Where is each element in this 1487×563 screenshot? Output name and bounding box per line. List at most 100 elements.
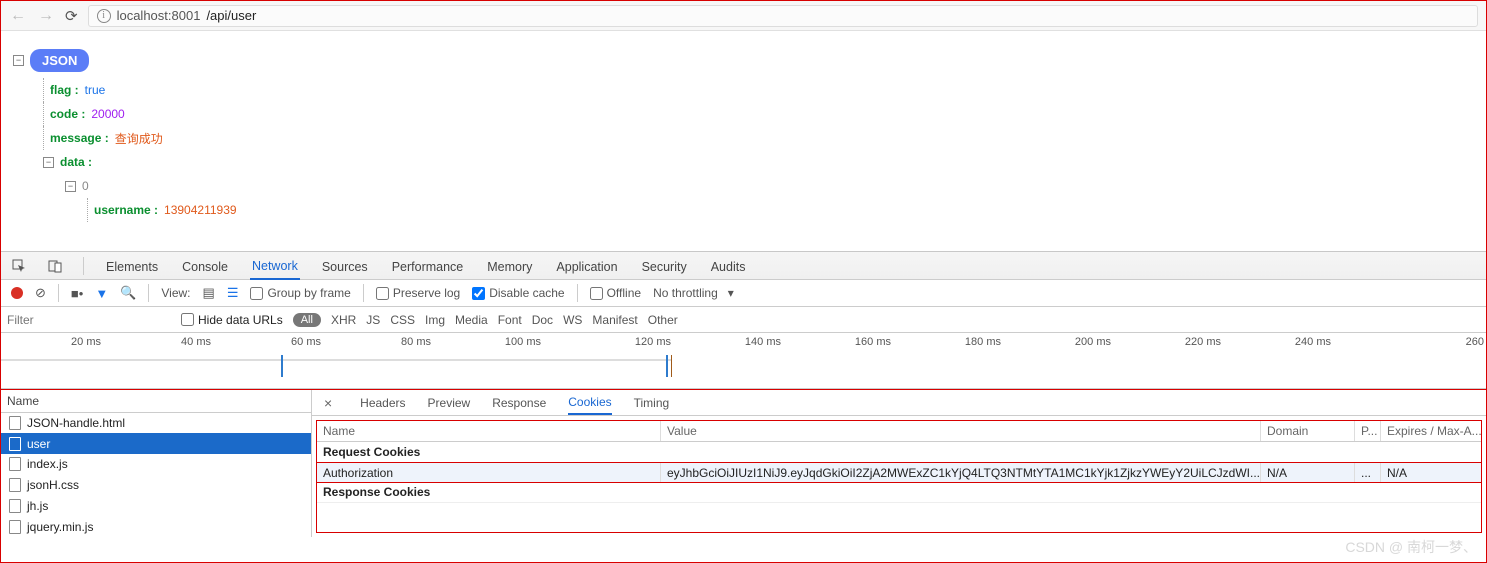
filter-ws[interactable]: WS	[563, 313, 582, 327]
request-item[interactable]: index.js	[1, 454, 311, 475]
filter-css[interactable]: CSS	[390, 313, 415, 327]
cookie-domain: N/A	[1261, 463, 1355, 482]
detail-tab-cookies[interactable]: Cookies	[568, 390, 611, 415]
tab-sources[interactable]: Sources	[320, 253, 370, 279]
tab-security[interactable]: Security	[640, 253, 689, 279]
request-item[interactable]: jh.js	[1, 496, 311, 517]
inspect-icon[interactable]	[11, 258, 27, 274]
response-cookies-section: Response Cookies	[317, 482, 1481, 503]
filter-icon[interactable]: ▼	[95, 286, 108, 301]
back-icon[interactable]: ←	[9, 7, 27, 25]
chevron-down-icon: ▾	[728, 286, 734, 300]
col-domain[interactable]: Domain	[1261, 421, 1355, 441]
col-value[interactable]: Value	[661, 421, 1261, 441]
filter-other[interactable]: Other	[648, 313, 678, 327]
search-icon[interactable]: 🔍	[120, 285, 136, 301]
timeline-tick: 160 ms	[855, 336, 891, 348]
json-val-username: 13904211939	[164, 203, 237, 217]
file-icon	[9, 520, 21, 534]
timeline-tick: 20 ms	[71, 336, 101, 348]
clear-icon[interactable]: ⊘	[35, 285, 46, 301]
file-icon	[9, 478, 21, 492]
watermark: CSDN @ 南柯一梦、	[1345, 537, 1477, 557]
device-toggle-icon[interactable]	[47, 258, 63, 274]
collapse-icon[interactable]: −	[65, 181, 76, 192]
cookie-path: ...	[1355, 463, 1381, 482]
json-key-flag: flag :	[50, 83, 79, 97]
file-icon	[9, 437, 21, 451]
request-item[interactable]: jquery.min.js	[1, 516, 311, 537]
col-path[interactable]: P...	[1355, 421, 1381, 441]
timeline-tick: 200 ms	[1075, 336, 1111, 348]
tab-application[interactable]: Application	[554, 253, 619, 279]
info-icon[interactable]: i	[97, 9, 111, 23]
detail-tab-preview[interactable]: Preview	[428, 391, 471, 414]
tab-audits[interactable]: Audits	[709, 253, 748, 279]
timeline-tick: 140 ms	[745, 336, 781, 348]
json-key-username: username :	[94, 203, 158, 217]
filter-manifest[interactable]: Manifest	[592, 313, 637, 327]
filter-font[interactable]: Font	[498, 313, 522, 327]
request-detail: × Headers Preview Response Cookies Timin…	[312, 390, 1486, 537]
devtools-tabs: Elements Console Network Sources Perform…	[1, 251, 1486, 280]
tab-console[interactable]: Console	[180, 253, 230, 279]
filter-doc[interactable]: Doc	[532, 313, 553, 327]
timeline-tick: 100 ms	[505, 336, 541, 348]
filter-media[interactable]: Media	[455, 313, 488, 327]
offline-checkbox[interactable]: Offline	[590, 286, 641, 300]
filter-img[interactable]: Img	[425, 313, 445, 327]
json-index-0: 0	[82, 179, 89, 193]
request-item[interactable]: jsonH.css	[1, 475, 311, 496]
json-key-data: data :	[60, 155, 92, 169]
cookies-table: Name Value Domain P... Expires / Max-A..…	[316, 420, 1482, 533]
filter-js[interactable]: JS	[366, 313, 380, 327]
view-label: View:	[161, 286, 190, 300]
large-rows-icon[interactable]: ▤	[203, 285, 215, 301]
json-viewer: − JSON flag : true code : 20000 message …	[1, 31, 1486, 251]
cookie-name: Authorization	[317, 463, 661, 482]
col-expires[interactable]: Expires / Max-A...	[1381, 421, 1481, 441]
cookie-expires: N/A	[1381, 463, 1481, 482]
group-by-frame-checkbox[interactable]: Group by frame	[250, 286, 350, 300]
request-list-header: Name	[1, 390, 311, 413]
detail-tab-timing[interactable]: Timing	[634, 391, 670, 414]
hide-data-urls-checkbox[interactable]: Hide data URLs	[181, 313, 283, 327]
tab-memory[interactable]: Memory	[485, 253, 534, 279]
filter-input[interactable]	[1, 308, 171, 332]
cookie-value: eyJhbGciOiJIUzI1NiJ9.eyJqdGkiOiI2ZjA2MWE…	[661, 463, 1261, 482]
waterfall-icon[interactable]: ☰	[227, 285, 239, 301]
disable-cache-checkbox[interactable]: Disable cache	[472, 286, 564, 300]
timeline-tick: 60 ms	[291, 336, 321, 348]
json-val-message: 查询成功	[115, 130, 163, 147]
detail-tabs: × Headers Preview Response Cookies Timin…	[312, 390, 1486, 416]
file-icon	[9, 416, 21, 430]
request-item[interactable]: JSON-handle.html	[1, 413, 311, 434]
collapse-icon[interactable]: −	[13, 55, 24, 66]
url-input[interactable]: i localhost:8001/api/user	[88, 5, 1478, 27]
close-icon[interactable]: ×	[324, 390, 332, 415]
filter-all-pill[interactable]: All	[293, 313, 321, 327]
tab-network[interactable]: Network	[250, 252, 300, 280]
tab-elements[interactable]: Elements	[104, 253, 160, 279]
reload-icon[interactable]: ⟳	[65, 7, 78, 25]
detail-tab-headers[interactable]: Headers	[360, 391, 405, 414]
camera-icon[interactable]: ■•	[71, 286, 83, 301]
record-icon[interactable]	[11, 287, 23, 299]
request-item[interactable]: user	[1, 433, 311, 454]
timeline-tick: 220 ms	[1185, 336, 1221, 348]
filter-xhr[interactable]: XHR	[331, 313, 356, 327]
forward-icon[interactable]: →	[37, 7, 55, 25]
detail-tab-response[interactable]: Response	[492, 391, 546, 414]
timeline-tick: 240 ms	[1295, 336, 1331, 348]
browser-url-bar: ← → ⟳ i localhost:8001/api/user	[1, 1, 1486, 31]
tab-performance[interactable]: Performance	[390, 253, 466, 279]
network-timeline[interactable]: 20 ms 40 ms 60 ms 80 ms 100 ms 120 ms 14…	[1, 333, 1486, 389]
cookie-row[interactable]: Authorization eyJhbGciOiJIUzI1NiJ9.eyJqd…	[316, 462, 1482, 483]
url-path: /api/user	[206, 8, 256, 23]
file-icon	[9, 499, 21, 513]
collapse-icon[interactable]: −	[43, 157, 54, 168]
col-name[interactable]: Name	[317, 421, 661, 441]
throttle-select[interactable]: No throttling ▾	[653, 286, 734, 300]
preserve-log-checkbox[interactable]: Preserve log	[376, 286, 460, 300]
json-val-code: 20000	[91, 107, 124, 121]
